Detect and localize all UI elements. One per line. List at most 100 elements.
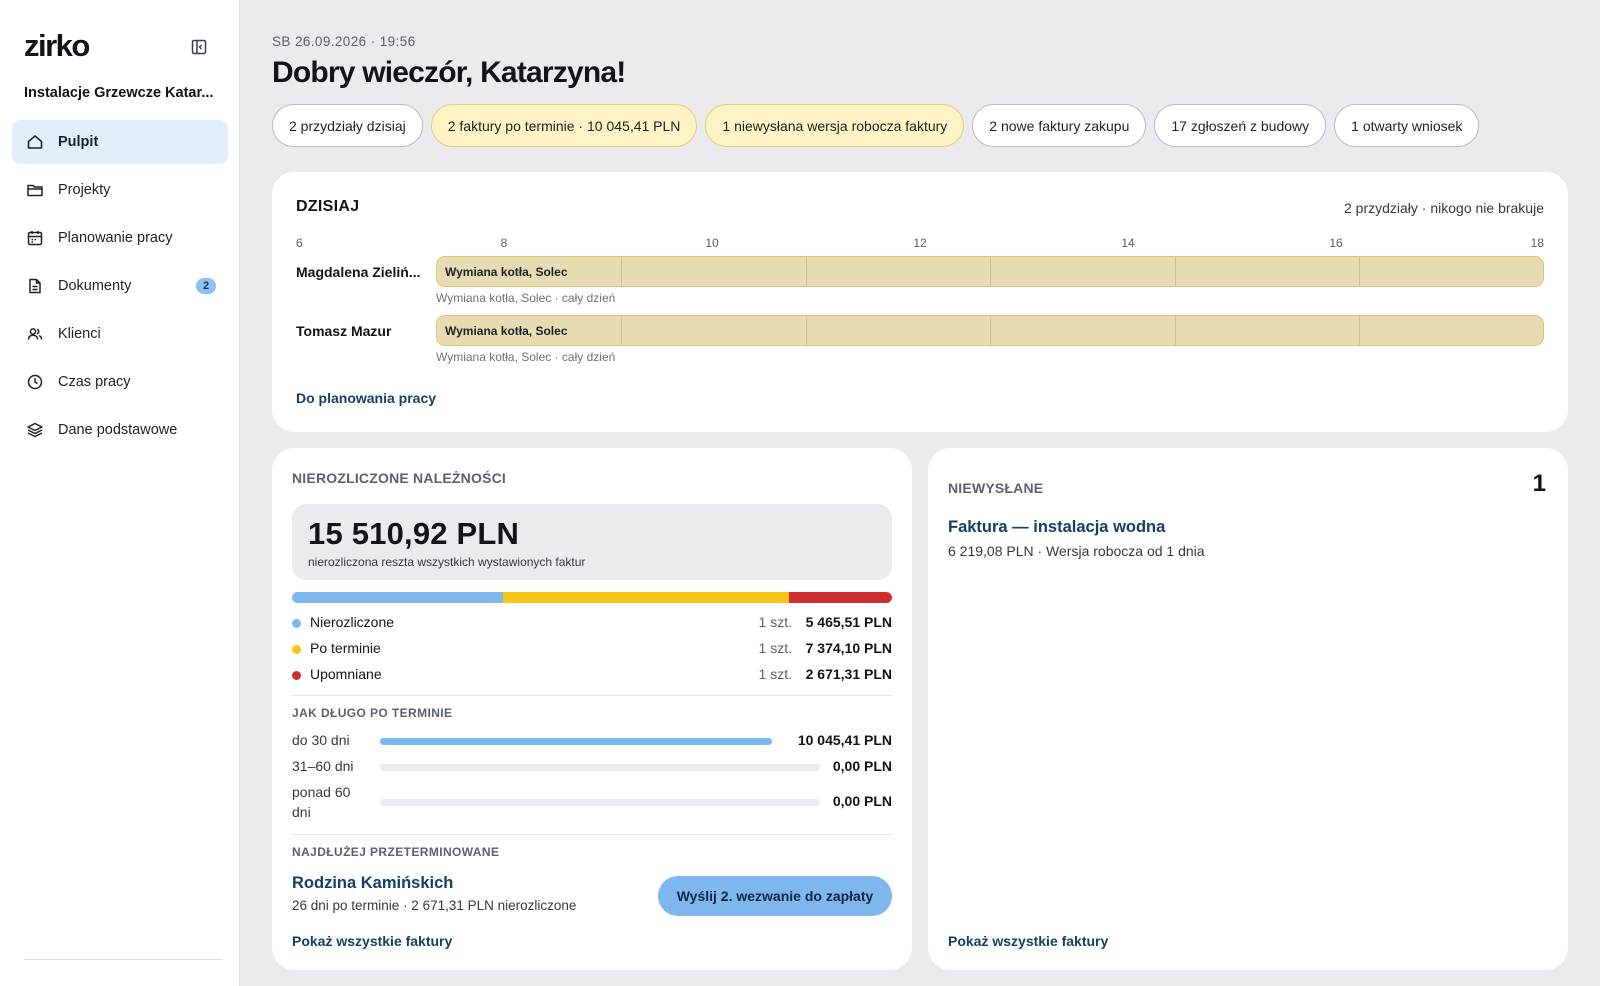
- current-datetime: SB 26.09.2026 · 19:56: [272, 34, 416, 49]
- document-icon: [26, 277, 44, 295]
- axis-tick: 8: [500, 236, 508, 250]
- receivables-legend-row[interactable]: Nierozliczone 1 szt. 5 465,51 PLN: [292, 614, 892, 634]
- legend-dot: [292, 645, 301, 654]
- documents-count-badge: 2: [196, 278, 216, 294]
- sidebar-item-label: Czas pracy: [58, 374, 131, 390]
- legend-count: 1 szt.: [758, 614, 792, 630]
- sidebar-item-dokumenty[interactable]: Dokumenty 2: [12, 264, 228, 308]
- aging-amount: 10 045,41 PLN: [797, 732, 892, 748]
- receivables-title: NIEROZLICZONE NALEŻNOŚCI: [292, 470, 507, 486]
- aging-bucket-name: do 30 dni: [292, 732, 350, 748]
- clock-icon: [26, 373, 44, 391]
- axis-tick: 12: [913, 236, 927, 250]
- unsent-count: 1: [1532, 470, 1546, 497]
- assignment-details: Wymiana kotła, Solec · cały dzień: [436, 350, 616, 364]
- chip-overdue-invoices[interactable]: 2 faktury po terminie · 10 045,41 PLN: [430, 104, 698, 147]
- aging-amount: 0,00 PLN: [832, 793, 892, 809]
- organization-name[interactable]: Instalacje Grzewcze Katar...: [24, 85, 224, 101]
- assignment-bar[interactable]: Wymiana kotła, Solec: [436, 256, 1544, 287]
- aging-track: [380, 799, 820, 806]
- sidebar: zirko Instalacje Grzewcze Katar... Pulpi…: [0, 0, 240, 986]
- receivables-total-caption: nierozliczona reszta wszystkich wystawio…: [308, 555, 586, 569]
- show-all-invoices-link[interactable]: Pokaż wszystkie faktury: [292, 933, 452, 949]
- today-summary: 2 przydziały · nikogo nie brakuje: [1344, 200, 1544, 216]
- sidebar-item-label: Planowanie pracy: [58, 230, 173, 246]
- sidebar-item-label: Dokumenty: [58, 278, 132, 294]
- sidebar-item-projekty[interactable]: Projekty: [12, 168, 228, 212]
- receivables-legend-row[interactable]: Po terminie 1 szt. 7 374,10 PLN: [292, 640, 892, 660]
- send-reminder-button[interactable]: Wyślij 2. wezwanie do zapłaty: [658, 876, 892, 916]
- sidebar-item-label: Projekty: [58, 182, 111, 198]
- work-planning-link[interactable]: Do planowania pracy: [296, 390, 436, 406]
- chip-open-requests[interactable]: 1 otwarty wniosek: [1334, 104, 1480, 147]
- receivables-card: NIEROZLICZONE NALEŻNOŚCI 15 510,92 PLN n…: [272, 448, 912, 970]
- legend-name: Upomniane: [310, 666, 382, 682]
- chip-assignments-today[interactable]: 2 przydziały dzisiaj: [272, 104, 423, 147]
- legend-amount: 5 465,51 PLN: [805, 614, 892, 630]
- chip-site-reports[interactable]: 17 zgłoszeń z budowy: [1154, 104, 1327, 147]
- show-all-invoices-link[interactable]: Pokaż wszystkie faktury: [948, 933, 1108, 949]
- sidebar-item-pulpit[interactable]: Pulpit: [12, 120, 228, 164]
- sidebar-item-dane-podstawowe[interactable]: Dane podstawowe: [12, 408, 228, 452]
- sidebar-item-label: Klienci: [58, 326, 101, 342]
- receivables-total-box: 15 510,92 PLN nierozliczona reszta wszys…: [292, 504, 892, 580]
- chip-purchase-invoices[interactable]: 2 nowe faktury zakupu: [972, 104, 1147, 147]
- legend-amount: 2 671,31 PLN: [805, 666, 892, 682]
- sidebar-item-label: Pulpit: [58, 134, 99, 150]
- sidebar-footer-divider: [24, 959, 223, 960]
- legend-count: 1 szt.: [758, 666, 792, 682]
- app-logo[interactable]: zirko: [24, 28, 90, 64]
- assignment-bar[interactable]: Wymiana kotła, Solec: [436, 315, 1544, 346]
- receivables-total: 15 510,92 PLN: [308, 516, 520, 551]
- sidebar-item-label: Dane podstawowe: [58, 422, 178, 438]
- axis-tick: 18: [1530, 236, 1544, 250]
- sidebar-collapse-icon[interactable]: [190, 38, 208, 56]
- sidebar-item-czas-pracy[interactable]: Czas pracy: [12, 360, 228, 404]
- section-divider: [292, 834, 892, 835]
- legend-name: Nierozliczone: [310, 614, 395, 630]
- assignment-details: Wymiana kotła, Solec · cały dzień: [436, 291, 616, 305]
- users-icon: [26, 325, 44, 343]
- draft-invoice-details: 6 219,08 PLN · Wersja robocza od 1 dnia: [948, 543, 1205, 559]
- status-chips: 2 przydziały dzisiaj 2 faktury po termin…: [272, 104, 1480, 147]
- assignee-name[interactable]: Magdalena Zieliń...: [296, 264, 424, 280]
- timeline-axis: 6 8 10 12 14 16 18: [296, 236, 1544, 252]
- assignee-name[interactable]: Tomasz Mazur: [296, 323, 424, 339]
- aging-bucket-name: ponad 60 dni: [292, 784, 351, 820]
- receivables-segment: [788, 592, 892, 603]
- legend-name: Po terminie: [310, 640, 381, 656]
- assignment-bar-label: Wymiana kotła, Solec: [445, 265, 568, 279]
- home-icon: [26, 133, 44, 151]
- aging-track: [380, 738, 772, 745]
- axis-tick: 16: [1329, 236, 1343, 250]
- legend-count: 1 szt.: [758, 640, 792, 656]
- aging-track: [380, 764, 820, 771]
- aging-bucket-name: 31–60 dni: [292, 758, 354, 774]
- today-card: DZISIAJ 2 przydziały · nikogo nie brakuj…: [272, 172, 1568, 432]
- calendar-icon: [26, 229, 44, 247]
- overdue-client-name[interactable]: Rodzina Kamińskich: [292, 874, 453, 893]
- receivables-segment: [503, 592, 789, 603]
- folder-icon: [26, 181, 44, 199]
- overdue-client-details: 26 dni po terminie · 2 671,31 PLN nieroz…: [292, 898, 577, 913]
- legend-dot: [292, 619, 301, 628]
- aging-fill: [380, 738, 772, 745]
- unsent-card: NIEWYSŁANE 1 Faktura — instalacja wodna …: [928, 448, 1568, 970]
- draft-invoice-title[interactable]: Faktura — instalacja wodna: [948, 518, 1165, 537]
- sidebar-item-klienci[interactable]: Klienci: [12, 312, 228, 356]
- sidebar-nav: Pulpit Projekty Planowanie pracy Dokumen…: [12, 120, 228, 456]
- aging-amount: 0,00 PLN: [832, 758, 892, 774]
- aging-title: JAK DŁUGO PO TERMINIE: [292, 706, 453, 720]
- legend-dot: [292, 671, 301, 680]
- page-title: Dobry wieczór, Katarzyna!: [272, 56, 626, 89]
- axis-tick: 14: [1121, 236, 1135, 250]
- axis-tick: 6: [296, 236, 303, 250]
- today-title: DZISIAJ: [296, 198, 360, 215]
- chip-unsent-draft[interactable]: 1 niewysłana wersja robocza faktury: [705, 104, 965, 147]
- legend-amount: 7 374,10 PLN: [805, 640, 892, 656]
- receivables-segment: [292, 592, 504, 603]
- sidebar-item-planowanie-pracy[interactable]: Planowanie pracy: [12, 216, 228, 260]
- receivables-legend-row[interactable]: Upomniane 1 szt. 2 671,31 PLN: [292, 666, 892, 686]
- axis-tick: 10: [705, 236, 719, 250]
- unsent-title: NIEWYSŁANE: [948, 480, 1044, 496]
